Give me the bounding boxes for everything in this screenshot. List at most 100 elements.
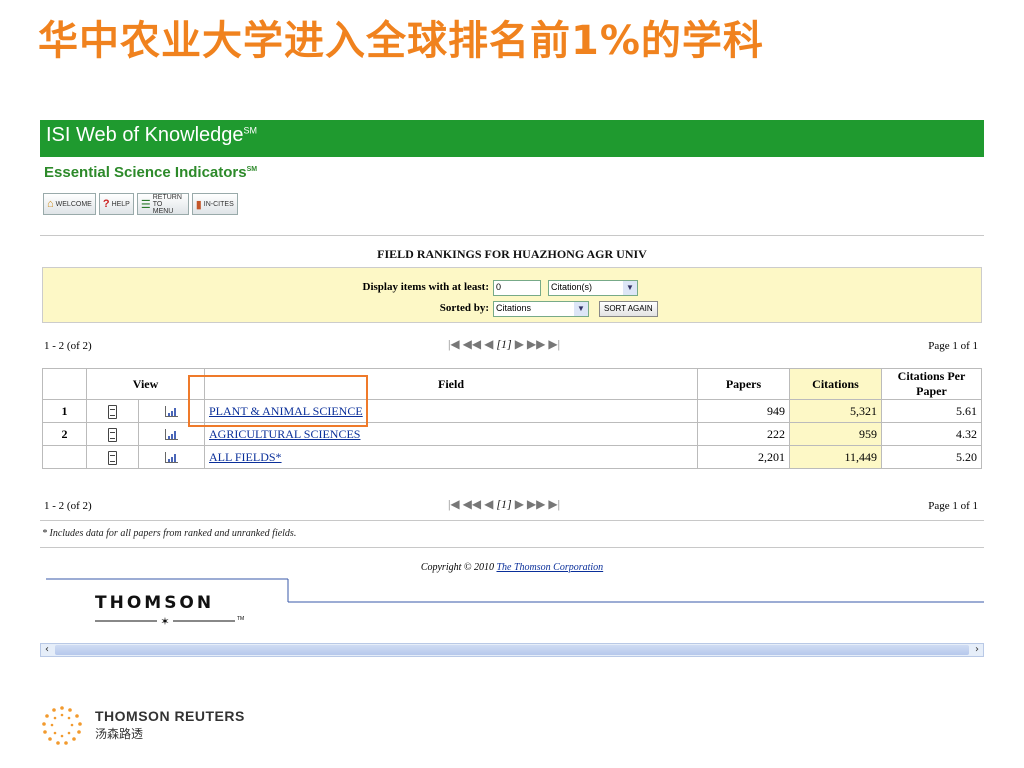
thomson-reuters-dots-icon bbox=[42, 706, 82, 745]
prev-page-icon[interactable]: ◀ bbox=[484, 497, 493, 511]
prev-ten-icon[interactable]: ◀◀ bbox=[463, 497, 481, 511]
divider-footer bbox=[40, 547, 984, 548]
bar-chart-icon bbox=[165, 406, 178, 418]
rank-cell bbox=[42, 445, 87, 469]
slide-title: 华中农业大学进入全球排名前1%的学科 bbox=[38, 18, 764, 64]
first-page-icon[interactable]: |◀ bbox=[448, 497, 460, 511]
bar-chart-icon bbox=[165, 429, 178, 441]
footnote: * Includes data for all papers from rank… bbox=[42, 528, 297, 539]
sort-select-value: Citations bbox=[496, 303, 532, 313]
cpp-cell: 5.61 bbox=[881, 399, 982, 423]
current-page-number: 1 bbox=[501, 497, 508, 511]
page-info: Page 1 of 1 bbox=[928, 500, 978, 512]
document-view-cell[interactable] bbox=[86, 399, 139, 423]
thomson-logo: THOMSON bbox=[95, 593, 215, 613]
next-ten-icon[interactable]: ▶▶ bbox=[527, 337, 545, 351]
document-icon bbox=[108, 427, 117, 442]
display-threshold-label: Display items with at least: bbox=[362, 281, 490, 293]
thomson-reuters-name: THOMSON REUTERS bbox=[95, 708, 245, 724]
thomson-reuters-chinese-name: 汤森路透 bbox=[95, 727, 144, 741]
highlight-box bbox=[188, 375, 368, 427]
next-page-icon[interactable]: ▶ bbox=[515, 497, 524, 511]
chevron-down-icon: ▼ bbox=[623, 281, 637, 295]
papers-header[interactable]: Papers bbox=[697, 368, 790, 400]
threshold-unit-value: Citation(s) bbox=[551, 282, 593, 292]
papers-cell: 2,201 bbox=[697, 445, 790, 469]
current-page-number: 1 bbox=[501, 337, 508, 351]
esi-title-mark: SM bbox=[246, 166, 258, 173]
table-row: 1 PLANT & ANIMAL SCIENCE 949 5,321 5.61 bbox=[42, 399, 982, 423]
rank-cell: 1 bbox=[42, 399, 87, 423]
welcome-button[interactable]: ⌂ WELCOME bbox=[43, 193, 96, 215]
esi-title: Essential Science IndicatorsSM bbox=[44, 164, 257, 181]
cpp-cell: 5.20 bbox=[881, 445, 982, 469]
banner-title-mark: SM bbox=[243, 125, 258, 136]
pager-top: 1 - 2 (of 2) |◀ ◀◀ ◀ [1] ▶ ▶▶ ▶| Page 1 … bbox=[40, 337, 984, 357]
citations-header[interactable]: Citations bbox=[789, 368, 882, 400]
last-page-icon[interactable]: ▶| bbox=[548, 337, 560, 351]
help-icon: ? bbox=[102, 198, 110, 210]
divider-top bbox=[40, 235, 984, 236]
prev-ten-icon[interactable]: ◀◀ bbox=[463, 337, 481, 351]
browser-screenshot: ISI Web of KnowledgeSM Essential Science… bbox=[40, 120, 984, 660]
next-page-icon[interactable]: ▶ bbox=[515, 337, 524, 351]
pager-bottom: 1 - 2 (of 2) |◀ ◀◀ ◀ [1] ▶ ▶▶ ▶| Page 1 … bbox=[40, 497, 984, 517]
threshold-unit-select[interactable]: Citation(s) ▼ bbox=[548, 280, 638, 296]
citations-cell: 11,449 bbox=[789, 445, 882, 469]
help-label: HELP bbox=[111, 200, 130, 208]
divider-pager bbox=[40, 520, 984, 521]
prev-page-icon[interactable]: ◀ bbox=[484, 337, 493, 351]
thomson-star-icon: ✶ bbox=[95, 616, 235, 626]
in-cites-button[interactable]: ▮ IN-CITES bbox=[191, 193, 238, 215]
banner-title[interactable]: ISI Web of KnowledgeSM bbox=[46, 124, 257, 147]
citations-per-paper-header[interactable]: Citations Per Paper bbox=[881, 368, 982, 400]
thomson-tm: TM bbox=[237, 616, 245, 622]
field-rankings-heading: FIELD RANKINGS FOR HUAZHONG AGR UNIV bbox=[377, 247, 647, 261]
table-row: 2 AGRICULTURAL SCIENCES 222 959 4.32 bbox=[42, 422, 982, 446]
copyright: Copyright © 2010 The Thomson Corporation bbox=[40, 562, 984, 573]
rank-cell: 2 bbox=[42, 422, 87, 446]
cpp-cell: 4.32 bbox=[881, 422, 982, 446]
svg-text:✶: ✶ bbox=[160, 616, 169, 626]
threshold-input[interactable]: 0 bbox=[493, 280, 541, 296]
document-icon bbox=[108, 404, 117, 419]
table-header-row: View Field Papers Citations Citations Pe… bbox=[42, 368, 982, 400]
copyright-text: Copyright © 2010 bbox=[420, 562, 497, 573]
papers-cell: 222 bbox=[697, 422, 790, 446]
document-icon bbox=[108, 450, 117, 465]
page-navigation: |◀ ◀◀ ◀ [1] ▶ ▶▶ ▶| bbox=[448, 497, 561, 511]
last-page-icon[interactable]: ▶| bbox=[548, 497, 560, 511]
chevron-down-icon: ▼ bbox=[574, 302, 588, 316]
chart-view-cell[interactable] bbox=[138, 445, 205, 469]
isi-banner: ISI Web of KnowledgeSM bbox=[40, 120, 984, 157]
scrollbar-thumb[interactable] bbox=[55, 645, 969, 655]
scroll-left-icon[interactable]: ‹ bbox=[41, 644, 53, 656]
citations-cell: 5,321 bbox=[789, 399, 882, 423]
document-view-cell[interactable] bbox=[86, 445, 139, 469]
field-link[interactable]: ALL FIELDS* bbox=[209, 450, 282, 464]
first-page-icon[interactable]: |◀ bbox=[448, 337, 460, 351]
filter-panel: Display items with at least: 0 Citation(… bbox=[42, 267, 982, 323]
bar-chart-icon bbox=[165, 452, 178, 464]
welcome-label: WELCOME bbox=[55, 200, 92, 208]
sort-select[interactable]: Citations ▼ bbox=[493, 301, 589, 317]
papers-cell: 949 bbox=[697, 399, 790, 423]
scroll-right-icon[interactable]: › bbox=[971, 644, 983, 656]
help-button[interactable]: ? HELP bbox=[98, 193, 134, 215]
field-link[interactable]: AGRICULTURAL SCIENCES bbox=[209, 427, 360, 441]
document-view-cell[interactable] bbox=[86, 422, 139, 446]
next-ten-icon[interactable]: ▶▶ bbox=[527, 497, 545, 511]
return-menu-button[interactable]: ☰ RETURN TO MENU bbox=[136, 193, 189, 215]
sort-again-button[interactable]: SORT AGAIN bbox=[599, 301, 658, 317]
in-cites-label: IN-CITES bbox=[203, 200, 234, 208]
result-range: 1 - 2 (of 2) bbox=[44, 340, 92, 352]
menu-icon: ☰ bbox=[140, 198, 151, 211]
view-header: View bbox=[86, 368, 205, 400]
return-menu-label: RETURN TO MENU bbox=[152, 193, 182, 215]
banner-title-text: ISI Web of Knowledge bbox=[46, 124, 244, 146]
horizontal-scrollbar[interactable]: ‹ › bbox=[40, 643, 984, 657]
rank-header bbox=[42, 368, 87, 400]
thomson-corporation-link[interactable]: The Thomson Corporation bbox=[496, 562, 603, 573]
sorted-by-label: Sorted by: bbox=[439, 302, 489, 314]
toolbar: ⌂ WELCOME ? HELP ☰ RETURN TO MENU ▮ IN-C… bbox=[43, 193, 238, 217]
